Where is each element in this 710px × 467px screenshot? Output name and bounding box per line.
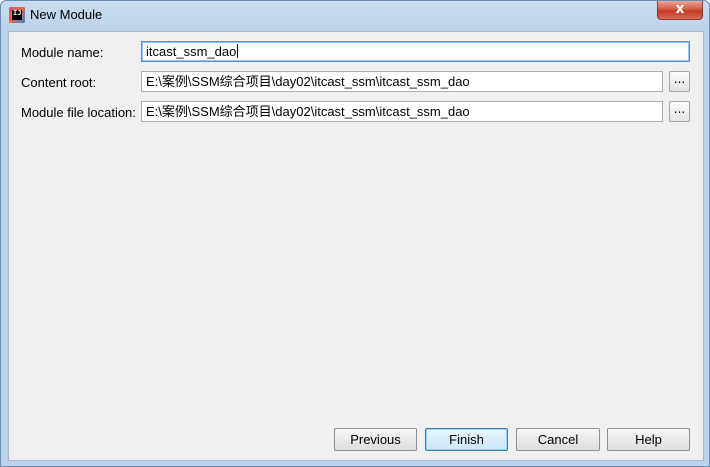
help-button[interactable]: Help (607, 428, 690, 451)
module-name-value: itcast_ssm_dao (146, 44, 237, 59)
module-file-location-browse-button[interactable]: ... (669, 101, 690, 122)
module-file-location-input[interactable]: E:\案例\SSM综合项目\day02\itcast_ssm\itcast_ss… (141, 101, 663, 122)
window-title: New Module (30, 7, 103, 22)
previous-button[interactable]: Previous (334, 428, 417, 451)
intellij-idea-icon: IJ (9, 7, 25, 23)
content-root-browse-button[interactable]: ... (669, 71, 690, 92)
title-bar[interactable]: IJ New Module x (1, 1, 709, 31)
new-module-dialog: IJ New Module x Module name: itcast_ssm_… (0, 0, 710, 467)
module-name-input[interactable]: itcast_ssm_dao (141, 41, 690, 62)
module-name-label: Module name: (21, 45, 104, 60)
content-root-label: Content root: (21, 75, 97, 90)
close-button[interactable]: x (657, 1, 703, 20)
text-caret (237, 44, 239, 58)
cancel-button[interactable]: Cancel (516, 428, 600, 451)
module-file-location-label: Module file location: (21, 105, 136, 120)
close-icon: x (675, 1, 685, 17)
content-root-input[interactable]: E:\案例\SSM综合项目\day02\itcast_ssm\itcast_ss… (141, 71, 663, 92)
finish-button[interactable]: Finish (425, 428, 508, 451)
dialog-content: Module name: itcast_ssm_dao Content root… (8, 31, 704, 461)
